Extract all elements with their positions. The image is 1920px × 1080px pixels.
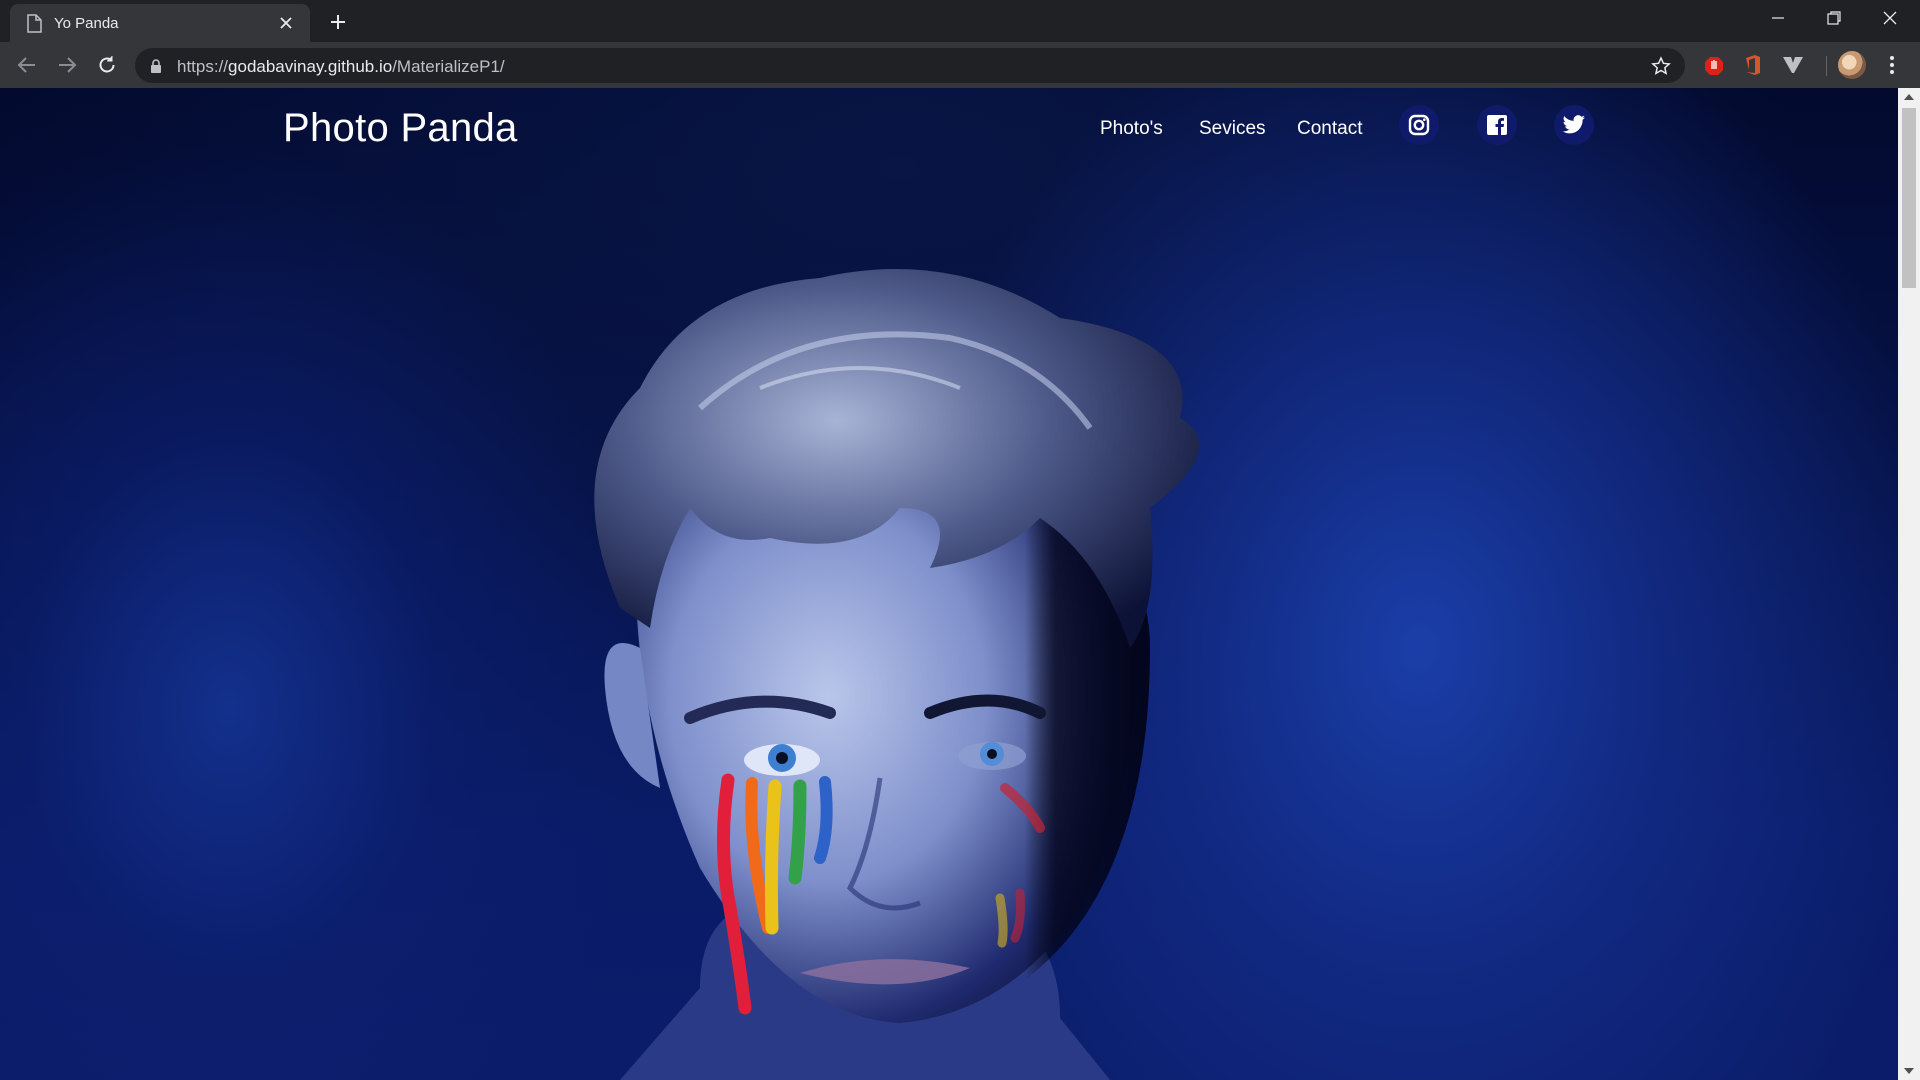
toolbar-divider xyxy=(1826,56,1827,76)
minimize-icon[interactable] xyxy=(1750,0,1806,36)
adblock-extension-icon[interactable] xyxy=(1702,53,1726,77)
nav-link-contact[interactable]: Contact xyxy=(1297,118,1362,140)
back-arrow-icon[interactable] xyxy=(13,51,41,79)
page-viewport: Photo Panda Photo's Sevices Contact xyxy=(0,88,1898,1080)
new-tab-icon[interactable] xyxy=(325,9,351,35)
page-icon xyxy=(27,14,42,33)
url-prefix: https:// xyxy=(177,57,229,76)
url-path: /MaterializeP1/ xyxy=(392,57,505,76)
office-extension-icon[interactable] xyxy=(1741,53,1765,77)
page-scrollbar[interactable] xyxy=(1898,88,1920,1080)
site-navbar: Photo Panda Photo's Sevices Contact xyxy=(0,88,1898,174)
menu-kebab-icon[interactable] xyxy=(1882,53,1902,77)
scroll-up-arrow-icon[interactable] xyxy=(1898,88,1920,106)
reload-icon[interactable] xyxy=(93,51,121,79)
instagram-icon[interactable] xyxy=(1399,105,1439,145)
address-bar[interactable]: https://godabavinay.github.io/Materializ… xyxy=(135,48,1685,83)
hero-background-image xyxy=(594,269,1200,1080)
profile-avatar[interactable] xyxy=(1838,51,1866,79)
site-logo[interactable]: Photo Panda xyxy=(283,106,518,151)
vimium-extension-icon[interactable] xyxy=(1781,53,1805,77)
facebook-icon[interactable] xyxy=(1477,105,1517,145)
scroll-down-arrow-icon[interactable] xyxy=(1898,1062,1920,1080)
restore-icon[interactable] xyxy=(1806,0,1862,36)
scroll-thumb[interactable] xyxy=(1902,108,1916,288)
twitter-icon[interactable] xyxy=(1554,105,1594,145)
url-host: godabavinay.github.io xyxy=(228,57,393,76)
lock-icon xyxy=(151,59,161,73)
close-window-icon[interactable] xyxy=(1862,0,1918,36)
bookmark-star-icon[interactable] xyxy=(1651,56,1671,76)
close-tab-icon[interactable] xyxy=(276,13,296,33)
forward-arrow-icon[interactable] xyxy=(53,51,81,79)
browser-tab[interactable]: Yo Panda xyxy=(10,4,310,42)
tab-strip: Yo Panda xyxy=(0,0,1920,42)
nav-link-photos[interactable]: Photo's xyxy=(1100,118,1163,140)
url-text: https://godabavinay.github.io/Materializ… xyxy=(177,57,505,77)
nav-link-services[interactable]: Sevices xyxy=(1199,118,1266,140)
tab-title: Yo Panda xyxy=(54,15,119,32)
browser-toolbar: https://godabavinay.github.io/Materializ… xyxy=(0,42,1920,88)
